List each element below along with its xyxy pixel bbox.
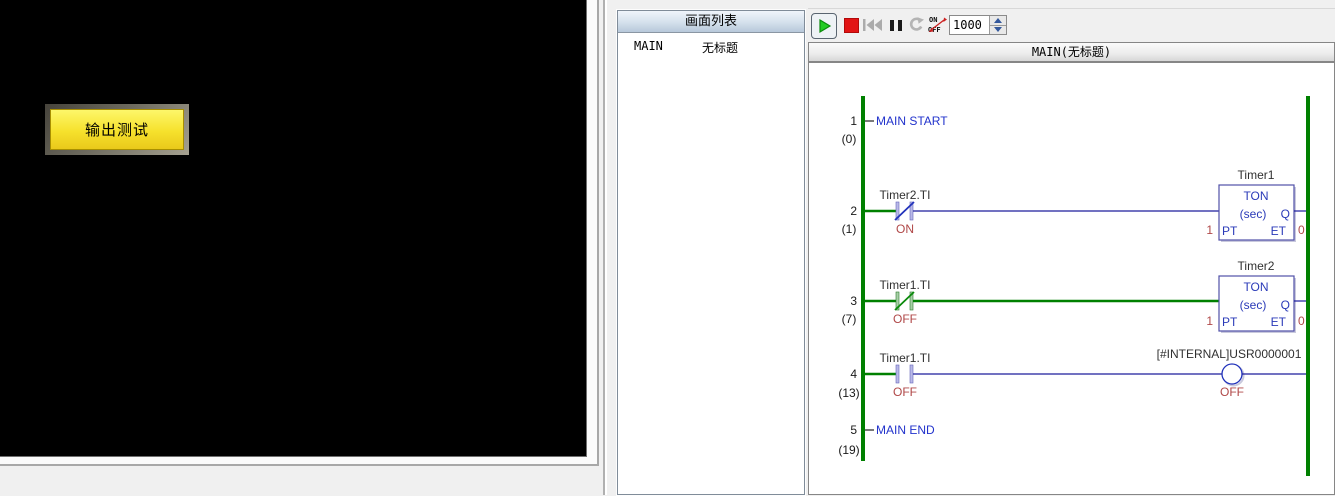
spin-down-button[interactable]	[990, 26, 1006, 35]
pt-value: 1	[1206, 223, 1213, 237]
block-et-label: ET	[1271, 315, 1287, 329]
play-icon	[816, 18, 832, 34]
coil-usr0000001[interactable]: [#INTERNAL]USR0000001 OFF	[1157, 347, 1302, 399]
ton-block-timer2[interactable]: Timer2 TON (sec) Q PT ET 1 0	[1206, 259, 1305, 333]
et-value: 0	[1298, 223, 1305, 237]
spin-up-button[interactable]	[990, 16, 1006, 26]
screen-list-body: MAIN 无标题	[618, 33, 804, 494]
rung-5[interactable]: 5 (19) MAIN END	[838, 423, 935, 457]
ladder-canvas[interactable]: 1 (0) MAIN START 2 (1) Timer2.TI ON	[808, 62, 1335, 495]
rung-3[interactable]: 3 (7) Timer1.TI OFF Timer2	[842, 259, 1306, 333]
rung-number: 5	[850, 423, 857, 437]
rewind-icon	[863, 19, 883, 31]
simulation-toolbar: ON OFF	[808, 11, 1335, 41]
rung-number: 3	[850, 294, 857, 308]
coil-label: [#INTERNAL]USR0000001	[1157, 347, 1302, 361]
rung-number: 2	[850, 204, 857, 218]
block-pt-label: PT	[1222, 224, 1238, 238]
rung-step: (13)	[838, 386, 859, 400]
pause-icon	[890, 20, 902, 31]
block-type: TON	[1243, 189, 1268, 203]
hmi-output-test-button[interactable]: 输出测试	[45, 104, 189, 155]
screen-list-header: 画面列表	[618, 11, 804, 33]
stop-icon	[844, 18, 859, 33]
contact-label: Timer1.TI	[880, 351, 931, 365]
rung-step: (7)	[842, 312, 857, 326]
contact-label: Timer1.TI	[880, 278, 931, 292]
contact-state: ON	[896, 222, 914, 236]
left-power-rail	[861, 96, 865, 461]
block-pt-label: PT	[1222, 315, 1238, 329]
screen-name: MAIN	[634, 39, 702, 56]
rung-2[interactable]: 2 (1) Timer2.TI ON Timer1	[842, 168, 1306, 242]
rung-number: 1	[850, 114, 857, 128]
block-name: Timer1	[1238, 168, 1275, 182]
rung-number: 4	[850, 367, 857, 381]
pt-value: 1	[1206, 314, 1213, 328]
main-start-label: MAIN START	[876, 114, 948, 128]
hmi-screen: 输出测试	[0, 0, 587, 457]
hmi-button-label: 输出测试	[85, 119, 149, 140]
contact-state: OFF	[893, 312, 917, 326]
coil-state: OFF	[1220, 385, 1244, 399]
step-run-button[interactable]	[904, 13, 928, 37]
block-et-label: ET	[1271, 224, 1287, 238]
stop-button[interactable]	[839, 13, 863, 37]
scan-interval-spinner	[949, 15, 1007, 35]
ladder-pane: ON OFF MAIN(无标题)	[808, 8, 1335, 495]
block-unit: (sec)	[1240, 298, 1267, 312]
et-value: 0	[1298, 314, 1305, 328]
rung-4[interactable]: 4 (13) Timer1.TI OFF [#INTERNAL]USR00000…	[838, 347, 1306, 400]
onoff-toggle-button[interactable]: ON OFF	[926, 13, 950, 37]
right-power-rail	[1306, 96, 1310, 476]
ton-block-timer1[interactable]: Timer1 TON (sec) Q PT ET 1 0	[1206, 168, 1305, 242]
down-arrow-icon	[994, 27, 1002, 32]
block-q-label: Q	[1281, 298, 1290, 312]
run-button[interactable]	[811, 13, 837, 39]
simulator-window: 画面列表 MAIN 无标题	[603, 0, 1335, 495]
ladder-title-bar: MAIN(无标题)	[808, 42, 1335, 62]
block-q-label: Q	[1281, 207, 1290, 221]
contact-label: Timer2.TI	[880, 188, 931, 202]
screen-list-item-main[interactable]: MAIN 无标题	[618, 33, 804, 56]
screen-title: 无标题	[702, 39, 738, 56]
on-off-icon: ON OFF	[928, 16, 948, 34]
block-unit: (sec)	[1240, 207, 1267, 221]
scan-interval-input[interactable]	[950, 16, 989, 34]
refresh-icon	[907, 16, 925, 34]
up-arrow-icon	[994, 18, 1002, 23]
block-type: TON	[1243, 280, 1268, 294]
hmi-window: 输出测试	[0, 0, 599, 466]
reset-button[interactable]	[861, 13, 885, 37]
rung-step: (0)	[842, 132, 857, 146]
main-end-label: MAIN END	[876, 423, 935, 437]
rung-1[interactable]: 1 (0) MAIN START	[842, 114, 949, 146]
screen-list-panel: 画面列表 MAIN 无标题	[617, 10, 805, 495]
block-name: Timer2	[1238, 259, 1275, 273]
rung-step: (1)	[842, 222, 857, 236]
rung-step: (19)	[838, 443, 859, 457]
contact-state: OFF	[893, 385, 917, 399]
